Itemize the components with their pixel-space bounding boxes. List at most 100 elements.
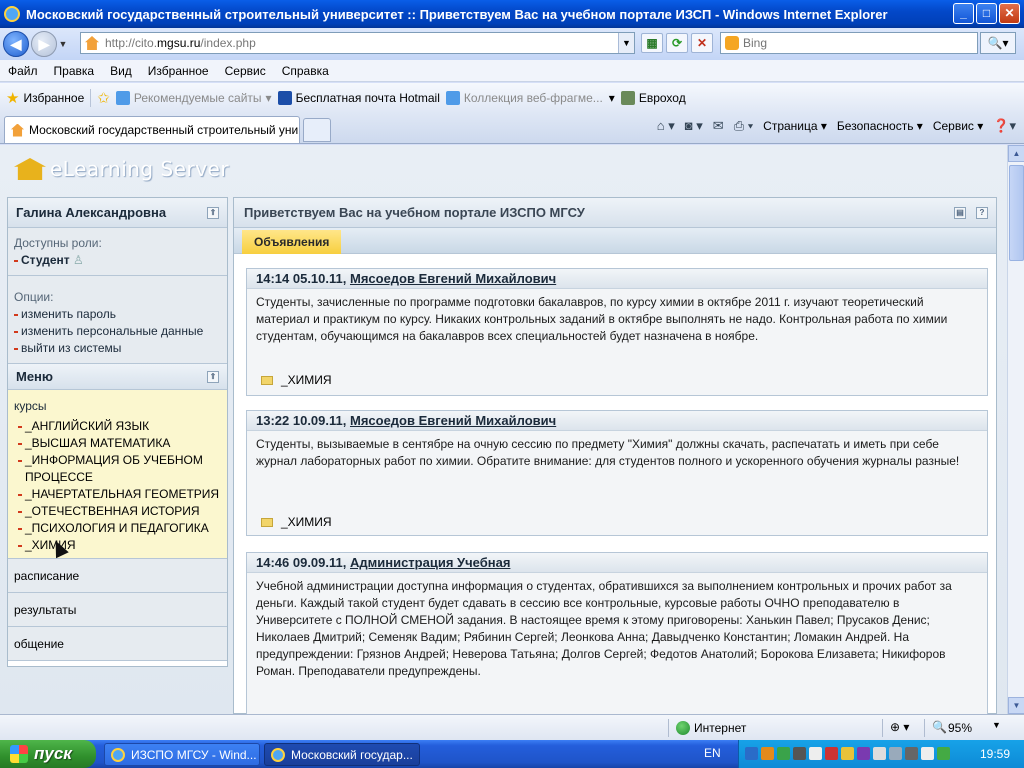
address-bar[interactable]: http://cito.mgsu.ru/index.php ▼ <box>80 32 635 54</box>
scroll-down-icon[interactable]: ▼ <box>1008 697 1024 714</box>
course-item[interactable]: _ПСИХОЛОГИЯ И ПЕДАГОГИКА <box>14 520 221 537</box>
news-course-link[interactable]: _ХИМИЯ <box>261 373 332 387</box>
zoom-level[interactable]: 95% <box>948 721 972 735</box>
news-course-link[interactable]: _ХИМИЯ <box>261 515 332 529</box>
news-author-link[interactable]: Администрация Учебная <box>350 555 510 570</box>
rss-icon[interactable]: ◙ ▾ <box>685 118 703 134</box>
tray-icon[interactable] <box>937 747 950 760</box>
tab-active[interactable]: Московский государственный строительный … <box>4 116 300 143</box>
add-favorite-button[interactable]: ✩ <box>97 89 110 107</box>
forward-button[interactable]: ▶ <box>31 31 57 57</box>
course-item[interactable]: _ОТЕЧЕСТВЕННАЯ ИСТОРИЯ <box>14 503 221 520</box>
new-tab-button[interactable] <box>303 118 331 142</box>
maximize-button[interactable]: □ <box>976 3 997 24</box>
nav-results[interactable]: результаты <box>8 593 227 627</box>
help-icon[interactable]: ❓▾ <box>993 118 1016 134</box>
site-logo[interactable]: eLearning Server <box>14 157 229 181</box>
zoom-dropdown[interactable]: ▼ <box>992 720 1001 730</box>
fav-evrohod[interactable]: Евроход <box>620 91 686 105</box>
course-item[interactable]: _АНГЛИЙСКИЙ ЯЗЫК <box>14 418 221 435</box>
course-item[interactable]: _ИНФОРМАЦИЯ ОБ УЧЕБНОМ ПРОЦЕССЕ <box>14 452 221 486</box>
clock[interactable]: 19:59 <box>980 747 1010 761</box>
collapse-icon[interactable]: ⇑ <box>207 370 219 383</box>
status-bar: Интернет ⊕ ▾ 🔍 95% ▼ <box>0 714 1024 740</box>
add-favorite-icon: ✩ <box>97 90 110 107</box>
tab-announcements[interactable]: Объявления <box>242 230 342 254</box>
tray-icon[interactable] <box>921 747 934 760</box>
start-button[interactable]: пуск <box>0 740 96 768</box>
scroll-up-icon[interactable]: ▲ <box>1008 145 1024 162</box>
course-item[interactable]: _НАЧЕРТАТЕЛЬНАЯ ГЕОМЕТРИЯ <box>14 486 221 503</box>
favorites-button[interactable]: ★ Избранное <box>6 89 84 107</box>
search-input[interactable] <box>743 36 963 50</box>
role-student[interactable]: Студент ♙ <box>14 252 221 269</box>
taskbar-item[interactable]: ИЗСПО МГСУ - Wind... <box>104 743 260 766</box>
home-icon[interactable]: ⌂ ▾ <box>657 118 675 134</box>
nav-schedule[interactable]: расписание <box>8 559 227 593</box>
tray-icon[interactable] <box>777 747 790 760</box>
taskbar-item-active[interactable]: Московский государ... <box>264 743 420 766</box>
tray-icon[interactable] <box>793 747 806 760</box>
menu-file[interactable]: Файл <box>8 64 38 78</box>
command-bar: ⌂ ▾ ◙ ▾ ✉ ⎙ ▾ Страница ▾ Безопасность ▾ … <box>657 118 1016 134</box>
close-button[interactable]: ✕ <box>999 3 1020 24</box>
fav-suggested-sites[interactable]: Рекомендуемые сайты ▾ <box>115 91 272 105</box>
tray-icon[interactable] <box>841 747 854 760</box>
help-icon[interactable]: ? <box>976 207 988 219</box>
safety-menu[interactable]: Безопасность ▾ <box>837 119 923 133</box>
courses-label[interactable]: курсы <box>14 398 221 415</box>
tray-icon[interactable] <box>905 747 918 760</box>
news-author-link[interactable]: Мясоедов Евгений Михайлович <box>350 271 556 286</box>
tray-icon[interactable] <box>761 747 774 760</box>
news-author-link[interactable]: Мясоедов Евгений Михайлович <box>350 413 556 428</box>
fav-dropdown[interactable]: ▾ <box>609 91 615 105</box>
panel-icon[interactable]: ▤ <box>954 207 966 219</box>
courses-menu: курсы _АНГЛИЙСКИЙ ЯЗЫК _ВЫСШАЯ МАТЕМАТИК… <box>8 390 227 559</box>
fav-hotmail[interactable]: Бесплатная почта Hotmail <box>277 91 440 105</box>
url-text[interactable]: http://cito.mgsu.ru/index.php <box>105 36 256 50</box>
search-button[interactable]: 🔍▾ <box>980 32 1016 54</box>
menu-favorites[interactable]: Избранное <box>148 64 209 78</box>
stop-icon[interactable]: ✕ <box>691 33 713 53</box>
address-toolbar: ◀ ▶ ▼ http://cito.mgsu.ru/index.php ▼ ▦ … <box>0 28 1024 60</box>
language-indicator[interactable]: EN <box>704 746 721 760</box>
course-item[interactable]: _ХИМИЯ <box>14 537 221 554</box>
fav-web-slice-gallery[interactable]: Коллекция веб-фрагме... <box>445 91 603 105</box>
option-change-password[interactable]: изменить пароль <box>14 306 221 323</box>
protected-mode-icon[interactable]: ⊕ ▾ <box>890 720 909 734</box>
volume-icon[interactable] <box>873 747 886 760</box>
tools-menu[interactable]: Сервис ▾ <box>933 119 983 133</box>
taskbar: пуск ИЗСПО МГСУ - Wind... Московский гос… <box>0 740 1024 768</box>
zoom-icon[interactable]: 🔍 <box>932 720 947 734</box>
menu-view[interactable]: Вид <box>110 64 132 78</box>
history-dropdown[interactable]: ▼ <box>57 39 69 49</box>
option-logout[interactable]: выйти из системы <box>14 340 221 357</box>
tray-icon[interactable] <box>809 747 822 760</box>
house-icon <box>14 158 46 180</box>
menu-edit[interactable]: Правка <box>54 64 95 78</box>
print-icon[interactable]: ⎙ ▾ <box>734 118 753 134</box>
network-icon[interactable] <box>889 747 902 760</box>
menu-tools[interactable]: Сервис <box>225 64 266 78</box>
collapse-icon[interactable]: ⇑ <box>207 206 219 219</box>
compatibility-icon[interactable]: ▦ <box>641 33 663 53</box>
tray-icon[interactable] <box>825 747 838 760</box>
window-titlebar[interactable]: Московский государственный строительный … <box>0 0 1024 28</box>
page-menu[interactable]: Страница ▾ <box>763 119 827 133</box>
vertical-scrollbar[interactable]: ▲ ▼ <box>1007 145 1024 714</box>
announce-tabstrip: Объявления <box>234 228 996 254</box>
minimize-button[interactable]: _ <box>953 3 974 24</box>
option-change-personal-data[interactable]: изменить персональные данные <box>14 323 221 340</box>
mail-icon[interactable]: ✉ <box>713 118 724 134</box>
search-box[interactable] <box>720 32 978 54</box>
scroll-thumb[interactable] <box>1009 165 1024 261</box>
refresh-icon[interactable]: ⟳ <box>666 33 688 53</box>
menu-help[interactable]: Справка <box>282 64 329 78</box>
back-button[interactable]: ◀ <box>3 31 29 57</box>
course-item[interactable]: _ВЫСШАЯ МАТЕМАТИКА <box>14 435 221 452</box>
tray-icon[interactable] <box>857 747 870 760</box>
nav-communication[interactable]: общение <box>8 627 227 661</box>
tray-icon[interactable] <box>745 747 758 760</box>
news-item: 14:14 05.10.11, Мясоедов Евгений Михайло… <box>246 268 988 396</box>
address-dropdown[interactable]: ▼ <box>618 33 634 53</box>
